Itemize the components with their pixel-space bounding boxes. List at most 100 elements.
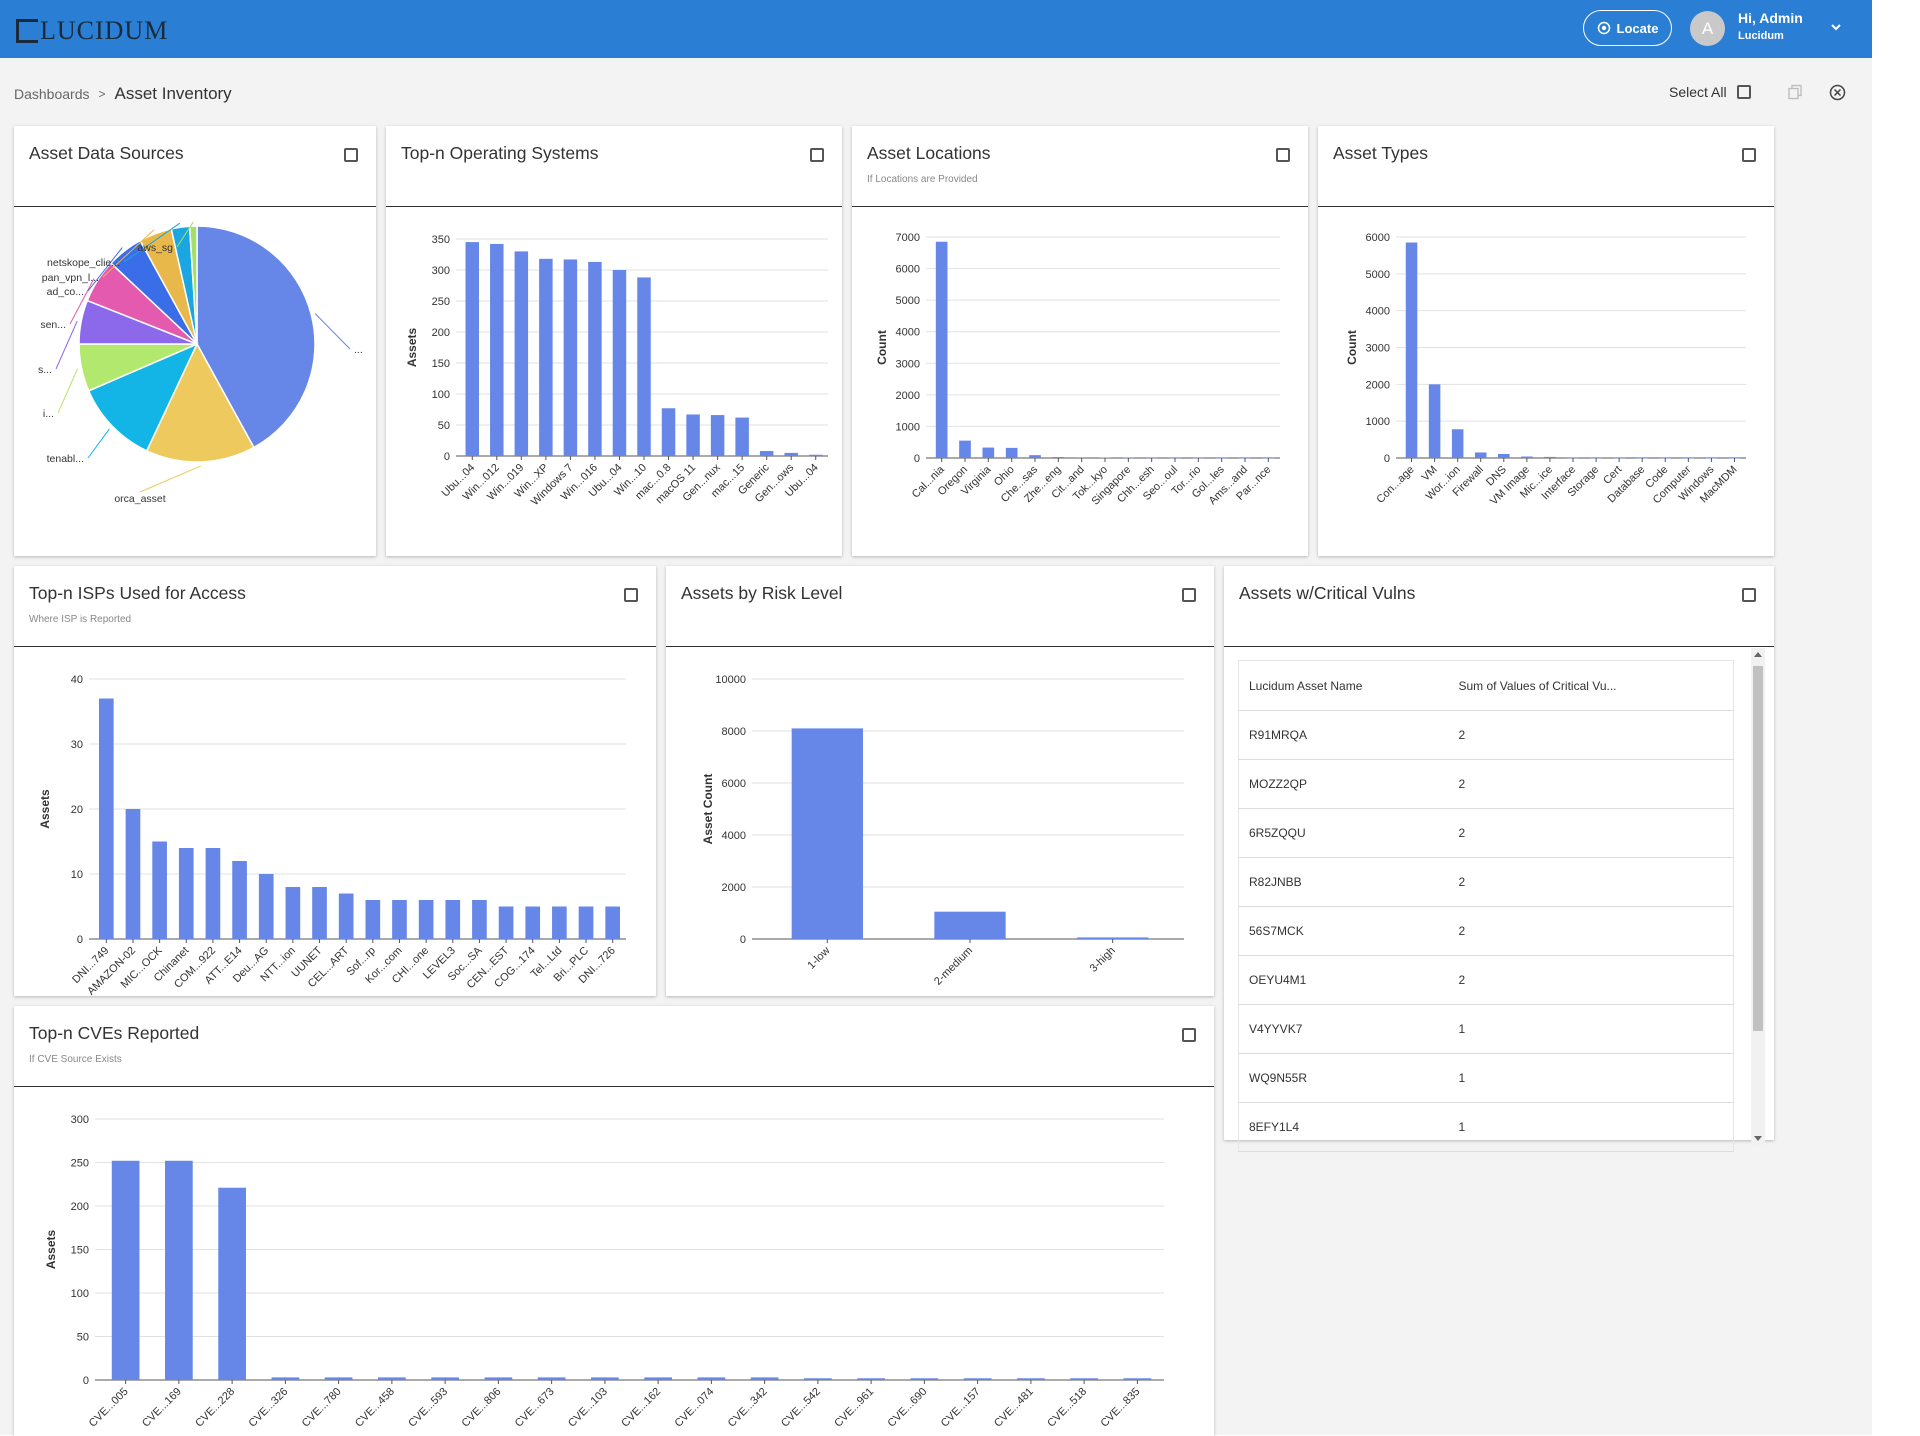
select-all[interactable]: Select All [1669, 84, 1751, 100]
card-checkbox[interactable] [1742, 148, 1756, 162]
y-tick-label: 10 [71, 869, 83, 881]
bar-chart-asset-locations: 01000200030004000500060007000CountCal...… [875, 232, 1280, 508]
card-checkbox[interactable] [624, 588, 638, 602]
card-subtitle: Where ISP is Reported [29, 614, 132, 625]
bar [791, 728, 863, 939]
bar [910, 1378, 939, 1380]
bar [205, 848, 221, 939]
logo-text: LUCIDUM [40, 16, 169, 45]
x-tick-label: 2-medium [932, 945, 975, 988]
lucidum-logo[interactable]: LUCIDUM [16, 16, 168, 46]
y-tick-label: 1000 [1366, 416, 1390, 428]
bar [808, 454, 823, 456]
card-asset-data-sources: Asset Data Sources ... orca_asset tenabl..… [14, 126, 376, 556]
table-row[interactable]: 6R5ZQQU 2 [1238, 808, 1734, 858]
card-checkbox[interactable] [344, 148, 358, 162]
bar [857, 1378, 885, 1380]
bar [1052, 457, 1065, 458]
bar [324, 1377, 353, 1380]
locate-button[interactable]: Locate [1583, 10, 1672, 46]
cell-asset-name: 56S7MCK [1238, 906, 1449, 956]
card-top-operating-systems: Top-n Operating Systems 0 50 100 150 200 250 3… [386, 126, 842, 556]
scroll-down-arrow-icon[interactable] [1754, 1136, 1762, 1141]
y-tick-label: 1000 [896, 421, 920, 433]
y-tick-label: 50 [438, 420, 450, 432]
copy-icon[interactable] [1787, 84, 1803, 100]
select-all-checkbox[interactable] [1736, 85, 1751, 99]
bar [982, 447, 995, 458]
card-checkbox[interactable] [810, 148, 824, 162]
x-tick-label: 1-low [805, 945, 832, 972]
card-title: Assets by Risk Level [681, 583, 843, 603]
x-tick-label: 3-high [1088, 945, 1118, 975]
table-row[interactable]: R91MRQA 2 [1238, 710, 1734, 760]
y-tick-label: 4000 [1366, 306, 1390, 318]
chevron-down-icon[interactable] [1829, 20, 1843, 34]
card-title: Top-n Operating Systems [401, 143, 599, 163]
bar [285, 887, 301, 939]
bar [490, 243, 504, 456]
x-tick-label: CVE...961 [832, 1386, 876, 1430]
y-tick-label: 50 [77, 1332, 89, 1344]
y-axis-title: Assets [405, 327, 419, 367]
bar [418, 900, 434, 939]
table-row[interactable]: 8EFY1L4 1 [1238, 1102, 1734, 1152]
y-tick-label: 0 [1384, 453, 1390, 465]
card-header: Asset Locations If Locations are Provide… [852, 126, 1308, 207]
pie-leader-line [87, 428, 110, 459]
x-tick-label: Con...age [1374, 464, 1416, 506]
table-header-row: Lucidum Asset Name Sum of Values of Crit… [1238, 660, 1734, 711]
cell-critical-vulns: 2 [1448, 759, 1734, 809]
breadcrumb-dashboards[interactable]: Dashboards [14, 86, 90, 102]
card-checkbox[interactable] [1742, 588, 1756, 602]
y-tick-label: 250 [71, 1158, 89, 1170]
bar [1099, 457, 1111, 459]
bar [1474, 452, 1487, 458]
bar [759, 451, 774, 456]
y-tick-label: 150 [432, 358, 450, 370]
card-checkbox[interactable] [1276, 148, 1290, 162]
column-header-asset-name[interactable]: Lucidum Asset Name [1238, 660, 1449, 711]
y-tick-label: 20 [71, 804, 83, 816]
cell-asset-name: V4YYVK7 [1238, 1004, 1449, 1054]
x-tick-label: CVE...593 [406, 1386, 450, 1430]
pie-chart-asset-data-sources: ... orca_asset tenabl... i... s... sen... ad_c… [38, 221, 363, 505]
y-tick-label: 200 [432, 327, 450, 339]
bar [152, 841, 167, 939]
page-title: Asset Inventory [114, 84, 232, 103]
table-row[interactable]: OEYU4M1 2 [1238, 955, 1734, 1005]
bar [563, 259, 578, 456]
x-tick-label: CVE...481 [992, 1386, 1036, 1430]
bar [338, 893, 354, 939]
table-row[interactable]: V4YYVK7 1 [1238, 1004, 1734, 1054]
pie-label: ... [354, 344, 363, 356]
y-tick-label: 0 [444, 451, 450, 463]
x-tick-label: CVE...169 [140, 1386, 184, 1430]
y-tick-label: 100 [432, 389, 450, 401]
y-tick-label: 2000 [1366, 379, 1390, 391]
cell-asset-name: MOZZ2QP [1238, 759, 1449, 809]
table-scrollbar[interactable] [1751, 648, 1765, 1145]
card-title: Assets w/Critical Vulns [1239, 583, 1416, 603]
bar [218, 1187, 246, 1380]
avatar[interactable]: A [1690, 11, 1725, 46]
cell-asset-name: WQ9N55R [1238, 1053, 1449, 1103]
bar [1005, 447, 1018, 458]
table-row[interactable]: MOZZ2QP 2 [1238, 759, 1734, 809]
card-checkbox[interactable] [1182, 1028, 1196, 1042]
scrollbar-thumb[interactable] [1753, 666, 1763, 1031]
bar [312, 887, 327, 939]
scroll-up-arrow-icon[interactable] [1754, 652, 1762, 657]
card-checkbox[interactable] [1182, 588, 1196, 602]
user-greeting[interactable]: Hi, Admin Lucidum [1738, 10, 1803, 42]
x-tick-label: CVE...074 [673, 1386, 717, 1430]
close-icon[interactable] [1829, 84, 1846, 101]
bar [539, 258, 553, 456]
y-tick-label: 0 [83, 1375, 89, 1387]
pie-leader-line [314, 313, 351, 350]
table-row[interactable]: R82JNBB 2 [1238, 857, 1734, 907]
column-header-critical-vulns[interactable]: Sum of Values of Critical Vu... [1448, 660, 1734, 711]
table-row[interactable]: 56S7MCK 2 [1238, 906, 1734, 956]
pie-label: aws_sg [137, 242, 173, 254]
table-row[interactable]: WQ9N55R 1 [1238, 1053, 1734, 1103]
